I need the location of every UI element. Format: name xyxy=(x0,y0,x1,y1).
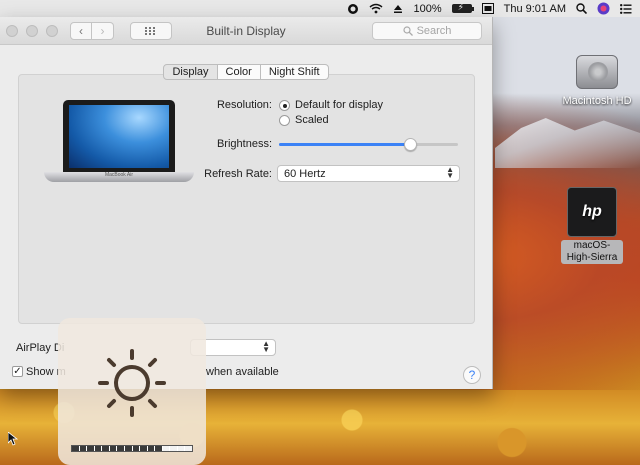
laptop-badge: MacBook Air xyxy=(104,172,134,178)
close-window-button[interactable] xyxy=(6,24,18,37)
tab-night-shift[interactable]: Night Shift xyxy=(260,64,329,80)
desktop-icon-macos-high-sierra[interactable]: hp macOS-High-Sierra xyxy=(557,187,627,264)
radio-button[interactable] xyxy=(279,99,290,111)
refresh-rate-label: Refresh Rate: xyxy=(204,168,272,180)
show-mirroring-checkbox[interactable]: ✓ xyxy=(12,366,23,377)
search-icon xyxy=(402,26,413,36)
brightness-slider[interactable] xyxy=(279,138,458,151)
brightness-label: Brightness: xyxy=(216,138,272,150)
brightness-hud xyxy=(58,318,206,465)
brightness-level-bar xyxy=(71,445,193,452)
resolution-default-label: Default for display xyxy=(295,99,384,111)
battery-percent[interactable]: 100% xyxy=(413,0,441,17)
search-field[interactable]: Search xyxy=(372,22,482,40)
brightness-segment xyxy=(109,446,117,451)
brightness-segment xyxy=(155,446,162,451)
brightness-segment xyxy=(162,446,170,451)
brightness-segment xyxy=(177,446,185,451)
grid-icon xyxy=(144,26,155,35)
brightness-slider-fill xyxy=(279,143,410,146)
back-button[interactable]: ‹ xyxy=(70,21,92,40)
tab-bar: Display Color Night Shift xyxy=(0,64,492,80)
laptop-screen xyxy=(63,100,175,172)
sun-icon xyxy=(98,349,166,417)
brightness-segment xyxy=(72,446,79,451)
title-bar: ‹ › Built-in Display Search xyxy=(0,17,492,45)
brightness-segment xyxy=(140,446,147,451)
zoom-window-button[interactable] xyxy=(46,24,58,37)
select-arrows-icon: ▲ ▼ xyxy=(446,165,454,180)
show-mirroring-label-end: when available xyxy=(206,366,279,378)
resolution-default-option[interactable]: Default for display xyxy=(279,99,383,111)
wifi-icon[interactable] xyxy=(369,0,383,17)
laptop-base: MacBook Air xyxy=(44,172,194,182)
tab-display[interactable]: Display xyxy=(163,64,218,80)
spotlight-icon[interactable] xyxy=(576,0,587,17)
resolution-scaled-option[interactable]: Scaled xyxy=(279,114,329,126)
tab-color[interactable]: Color xyxy=(217,64,261,80)
app-status-icon[interactable] xyxy=(347,0,359,17)
minimize-window-button[interactable] xyxy=(26,24,38,37)
mouse-pointer-icon xyxy=(8,432,18,446)
brightness-segment xyxy=(170,446,177,451)
notification-center-icon[interactable] xyxy=(620,0,632,17)
brightness-segment xyxy=(132,446,140,451)
desktop-icon-macintosh-hd[interactable]: Macintosh HD xyxy=(557,55,637,107)
select-arrows-icon: ▲ ▼ xyxy=(262,339,270,354)
battery-icon[interactable]: ⚡ xyxy=(451,0,474,17)
display-icon[interactable] xyxy=(481,0,494,17)
hard-drive-icon xyxy=(576,55,618,89)
resolution-scaled-label: Scaled xyxy=(295,114,329,126)
brightness-segment xyxy=(147,446,155,451)
desktop-icon-label: Macintosh HD xyxy=(562,95,632,107)
refresh-rate-select[interactable]: 60 Hertz ▲ ▼ xyxy=(277,165,460,182)
brightness-segment xyxy=(94,446,102,451)
radio-button[interactable] xyxy=(279,114,290,126)
desktop-icon-label: macOS-High-Sierra xyxy=(561,240,623,264)
window-controls xyxy=(6,24,58,37)
show-all-button[interactable] xyxy=(130,21,172,40)
refresh-rate-value: 60 Hertz xyxy=(284,167,326,180)
brightness-segment xyxy=(185,446,192,451)
brightness-segment xyxy=(117,446,124,451)
help-button[interactable]: ? xyxy=(463,366,481,384)
forward-button[interactable]: › xyxy=(92,21,114,40)
brightness-segment xyxy=(79,446,87,451)
navigation-buttons: ‹ › xyxy=(70,21,114,40)
eject-icon[interactable] xyxy=(393,0,403,17)
menu-bar: 100% ⚡ Thu 9:01 AM xyxy=(0,0,640,17)
brightness-segment xyxy=(87,446,94,451)
search-placeholder: Search xyxy=(416,25,452,37)
brightness-segment xyxy=(124,446,132,451)
chevron-right-icon: › xyxy=(100,23,105,38)
clock[interactable]: Thu 9:01 AM xyxy=(504,0,566,17)
resolution-label: Resolution: xyxy=(216,99,272,111)
hp-disk-icon: hp xyxy=(567,187,617,237)
siri-icon[interactable] xyxy=(597,0,610,17)
chevron-left-icon: ‹ xyxy=(79,23,83,38)
laptop-illustration: MacBook Air xyxy=(44,100,194,188)
brightness-segment xyxy=(102,446,109,451)
brightness-slider-thumb[interactable] xyxy=(403,138,417,151)
